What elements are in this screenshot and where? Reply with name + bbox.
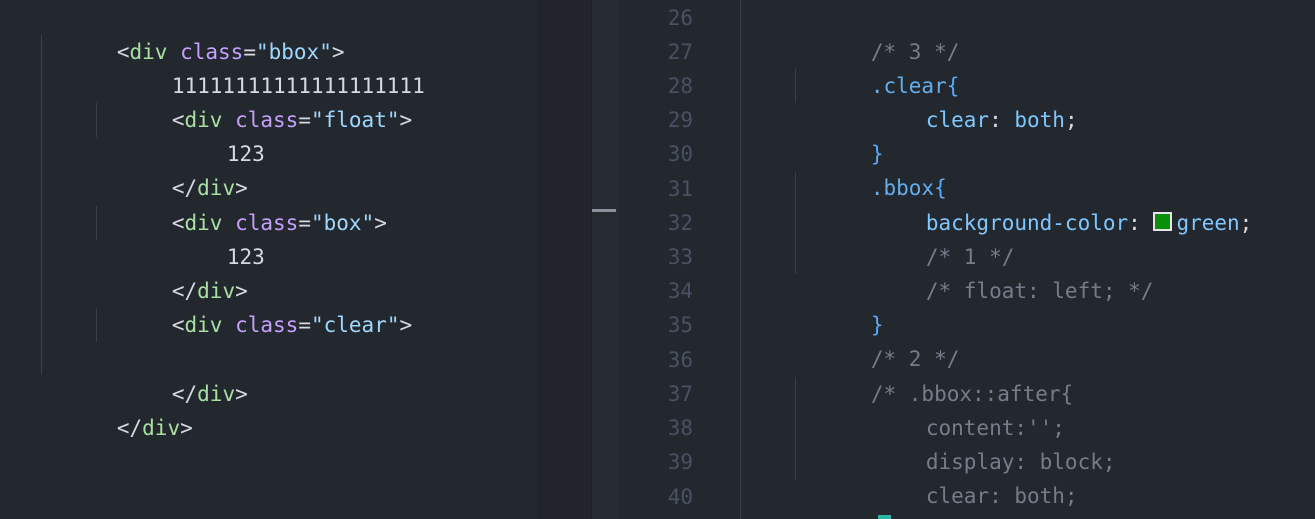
tag-bracket: >	[399, 313, 413, 337]
tag-name: div	[184, 313, 223, 337]
line-number: 39	[667, 450, 693, 474]
line-number: 33	[667, 245, 693, 269]
code-line[interactable]: }	[795, 103, 884, 166]
css-colon: :	[1128, 211, 1154, 235]
line-number: 34	[667, 279, 693, 303]
css-value: green	[1176, 211, 1240, 235]
line-number: 28	[667, 74, 693, 98]
tag-bracket: >	[399, 108, 413, 132]
line-number: 30	[667, 142, 693, 166]
line-number: 40	[667, 485, 693, 509]
css-comment: /* float: left; */	[925, 279, 1154, 303]
line-number: 31	[667, 177, 693, 201]
line-number: 36	[667, 348, 693, 372]
attribute-value: "clear"	[310, 313, 400, 337]
indent-guide	[740, 0, 741, 519]
css-colon: :	[989, 108, 1015, 132]
line-number: 38	[667, 416, 693, 440]
code-line[interactable]: /body>	[0, 480, 152, 514]
code-line[interactable]: /* 1 */	[850, 206, 1015, 269]
css-semicolon: ;	[1064, 108, 1078, 132]
code-line[interactable]: .clear{	[795, 35, 960, 98]
equals-sign: =	[298, 211, 311, 235]
equals-sign: =	[298, 108, 311, 132]
code-line[interactable]: } */	[795, 480, 921, 514]
code-line[interactable]: clear: both;	[850, 69, 1078, 132]
attribute-name: class	[235, 313, 299, 337]
color-swatch-icon[interactable]	[1153, 212, 1173, 231]
css-editor-pane[interactable]: 26 27 28 29 30 31 32 33 34 35 36 37 38 3…	[618, 0, 1315, 519]
line-number: 32	[667, 211, 693, 235]
html-editor-pane[interactable]: <div class="bbox"> 11111111111111111111 …	[0, 0, 537, 519]
code-line[interactable]: <div class="bbox">	[41, 1, 345, 64]
tag-bracket: <	[171, 313, 185, 337]
css-comment: clear: both;	[925, 484, 1078, 508]
code-line[interactable]: <div class="float">	[96, 69, 412, 132]
text-cursor	[878, 515, 891, 519]
code-line[interactable]: </div>	[96, 343, 248, 406]
pane-splitter[interactable]	[537, 0, 591, 519]
line-number: 37	[667, 382, 693, 406]
code-line[interactable]: <div class="box">	[96, 172, 387, 235]
tag-bracket: </	[116, 416, 143, 440]
code-line[interactable]: /* float: left; */	[850, 240, 1154, 303]
code-line[interactable]: </div>	[96, 137, 248, 200]
overview-ruler[interactable]	[592, 0, 618, 519]
line-number: 35	[667, 313, 693, 337]
tag-name: div	[197, 382, 236, 406]
code-line[interactable]: <div class="clear">	[96, 274, 412, 337]
tag-name: div	[142, 416, 181, 440]
line-number: 29	[667, 108, 693, 132]
scrollbar-marker[interactable]	[592, 209, 616, 212]
code-line[interactable]: 123	[151, 103, 265, 166]
code-line[interactable]: display: block;	[850, 411, 1116, 474]
code-line[interactable]: </div>	[96, 240, 248, 303]
code-line[interactable]: /* 3 */	[795, 1, 960, 64]
code-editor-window: <div class="bbox"> 11111111111111111111 …	[0, 0, 1315, 519]
code-line[interactable]: 123	[151, 206, 265, 269]
code-line[interactable]: content:'';	[850, 377, 1065, 440]
css-semicolon: ;	[1239, 211, 1253, 235]
tag-bracket: >	[374, 211, 387, 235]
css-property: clear	[925, 108, 990, 132]
line-number: 26	[667, 6, 693, 30]
code-line[interactable]: </div>	[41, 377, 193, 440]
code-line[interactable]: background-color: green;	[850, 172, 1252, 235]
line-number: 27	[667, 40, 693, 64]
tag-bracket: >	[235, 382, 248, 406]
code-line[interactable]: clear: both;	[850, 445, 1078, 508]
code-line[interactable]: .bbox{	[795, 137, 947, 200]
code-line[interactable]: }	[795, 274, 884, 337]
attribute-value: "box"	[310, 211, 375, 235]
tag-bracket: >	[180, 416, 193, 440]
code-line[interactable]: 11111111111111111111	[96, 35, 425, 98]
code-line[interactable]: /* .bbox::after{	[795, 343, 1073, 406]
equals-sign: =	[298, 313, 311, 337]
code-line[interactable]: /* 2 */	[795, 308, 960, 371]
attribute-value: "float"	[310, 108, 400, 132]
css-value: both	[1014, 108, 1065, 132]
